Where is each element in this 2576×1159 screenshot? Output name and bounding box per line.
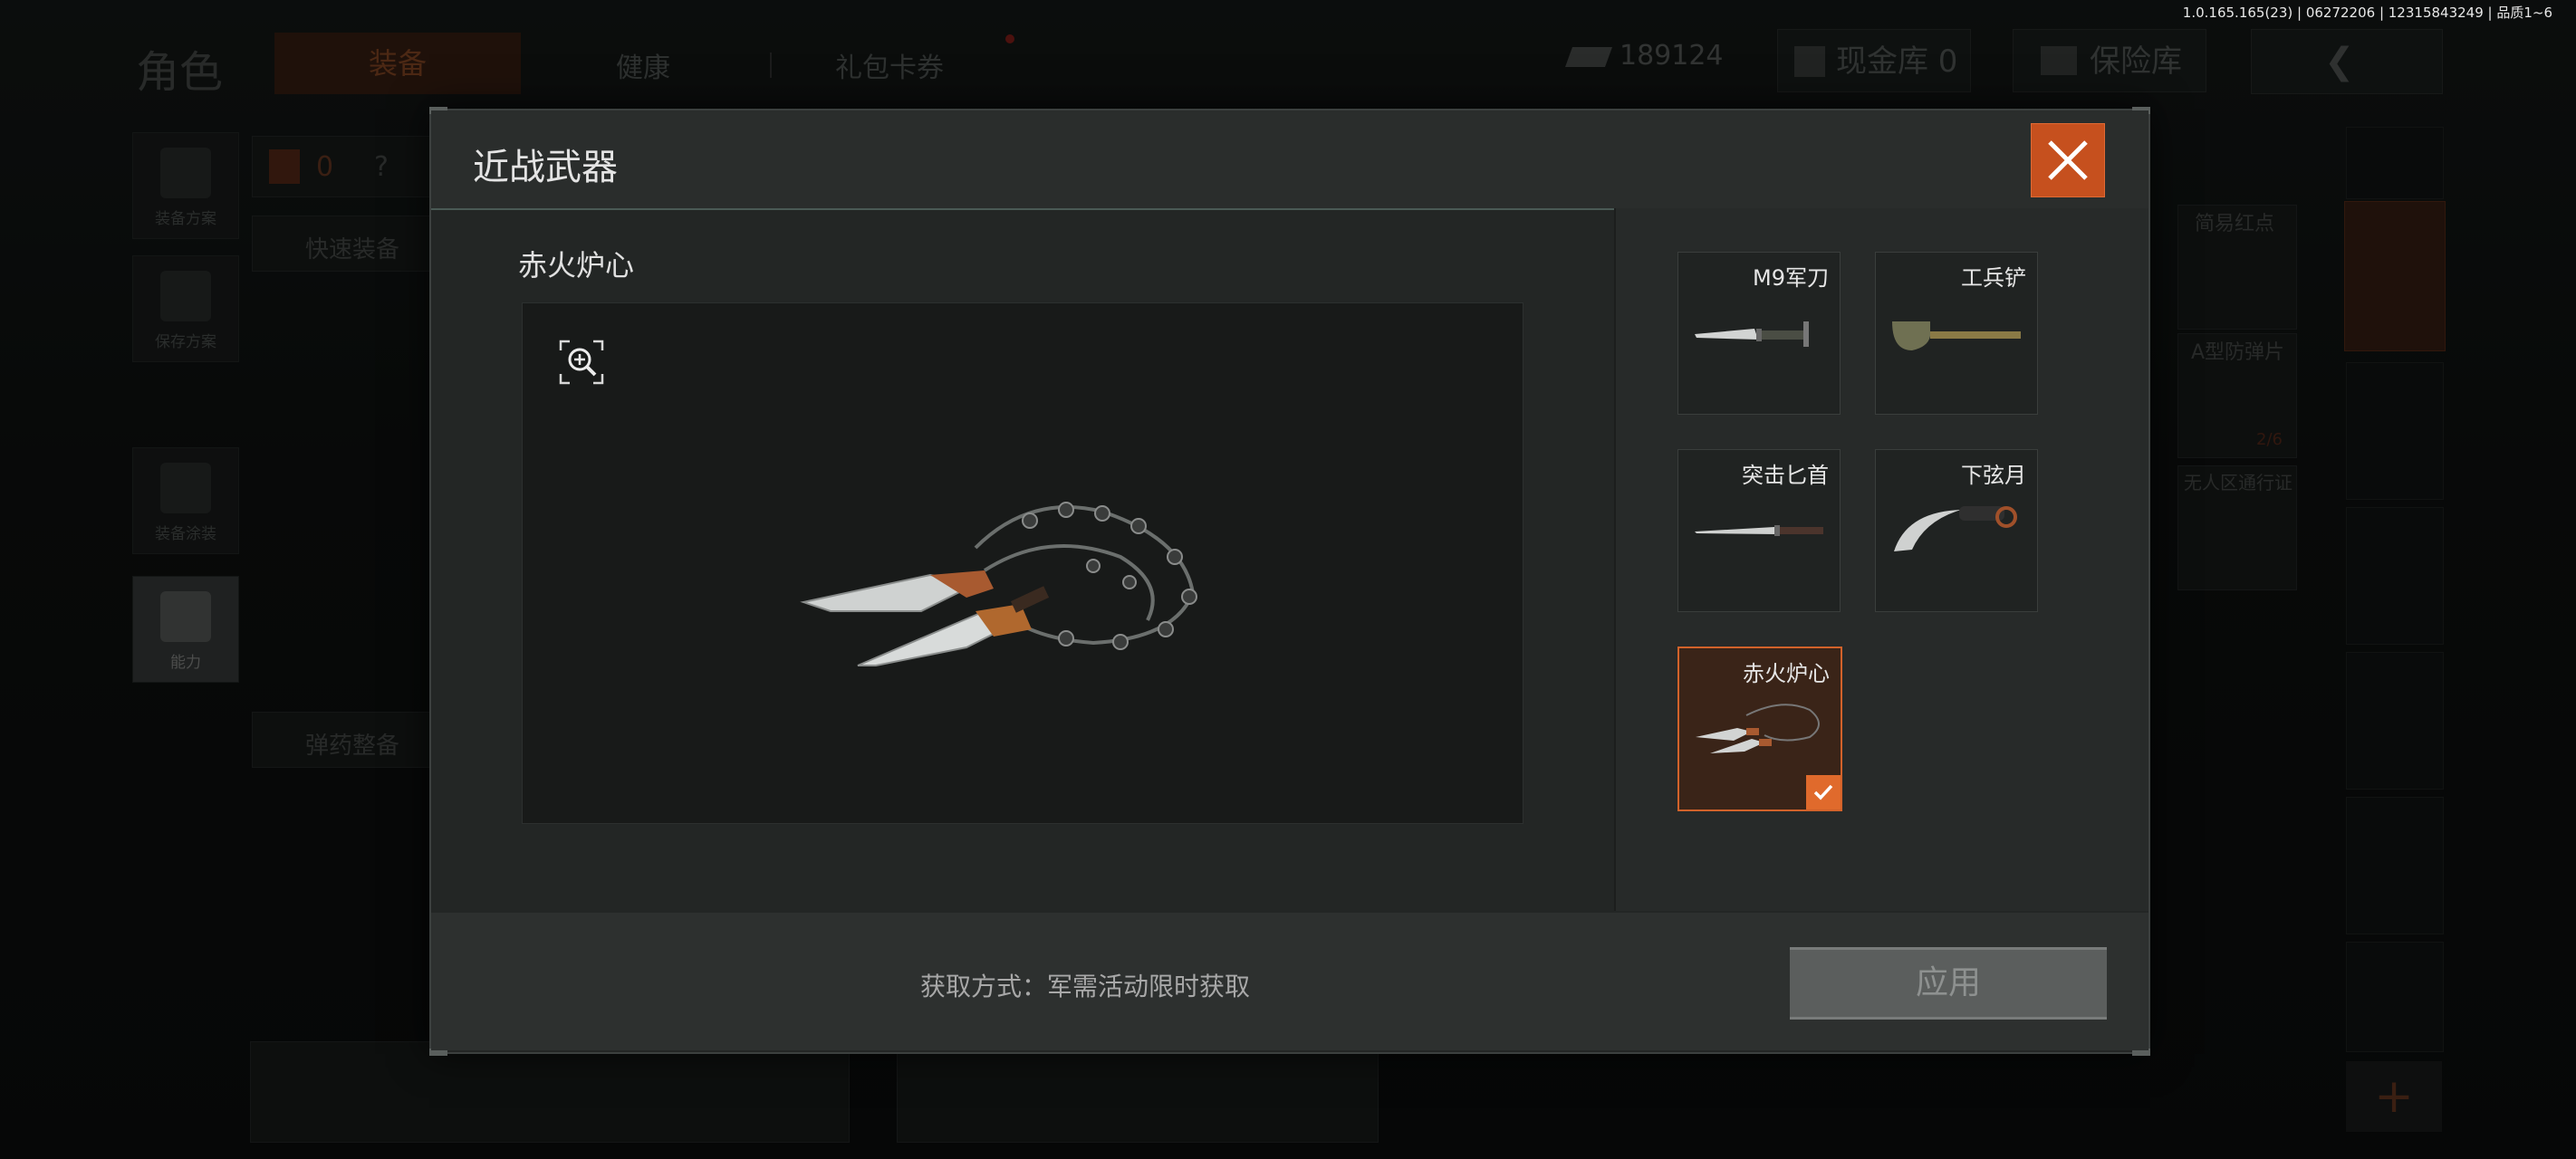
obtain-method: 获取方式：军需活动限时获取 xyxy=(920,972,1251,1001)
weapon-item-assault-dagger[interactable]: 突击匕首 xyxy=(1677,449,1841,612)
weapon-item-name: M9军刀 xyxy=(1753,265,1829,291)
check-icon xyxy=(1813,784,1833,800)
modal-title: 近战武器 xyxy=(473,147,618,188)
selected-check xyxy=(1806,775,1841,809)
close-icon xyxy=(2048,140,2088,180)
weapon-item-m9[interactable]: M9军刀 xyxy=(1677,252,1841,415)
version-info: 1.0.165.165(23) | 06272206 | 12315843249… xyxy=(2182,5,2552,21)
melee-weapon-modal: 近战武器 赤火炉心 M9军刀 工兵铲 突击匕首 下弦月 赤火炉心 获取方式：军需… xyxy=(429,107,2150,1056)
chain-blade-icon xyxy=(800,502,1197,666)
weapon-preview xyxy=(522,302,1523,824)
dagger-icon xyxy=(1695,525,1823,536)
weapon-item-shovel[interactable]: 工兵铲 xyxy=(1875,252,2038,415)
weapon-item-name: 赤火炉心 xyxy=(1743,661,1830,686)
bayonet-icon xyxy=(1695,321,1809,347)
weapon-list-panel: M9军刀 工兵铲 突击匕首 下弦月 赤火炉心 xyxy=(1616,208,2148,911)
weapon-item-crescent[interactable]: 下弦月 xyxy=(1875,449,2038,612)
zoom-icon[interactable] xyxy=(559,340,604,385)
apply-button[interactable]: 应用 xyxy=(1790,947,2107,1020)
weapon-item-name: 工兵铲 xyxy=(1961,265,2026,291)
selected-weapon-name: 赤火炉心 xyxy=(518,248,635,283)
modal-header: 近战武器 xyxy=(431,110,2148,210)
weapon-item-red-furnace[interactable]: 赤火炉心 xyxy=(1677,647,1842,811)
karambit-icon xyxy=(1894,506,2017,551)
weapon-item-name: 突击匕首 xyxy=(1742,463,1829,488)
chain-blade-icon xyxy=(1696,704,1820,753)
shovel-icon xyxy=(1892,321,2021,350)
weapon-item-name: 下弦月 xyxy=(1961,463,2026,488)
close-button[interactable] xyxy=(2031,123,2105,197)
